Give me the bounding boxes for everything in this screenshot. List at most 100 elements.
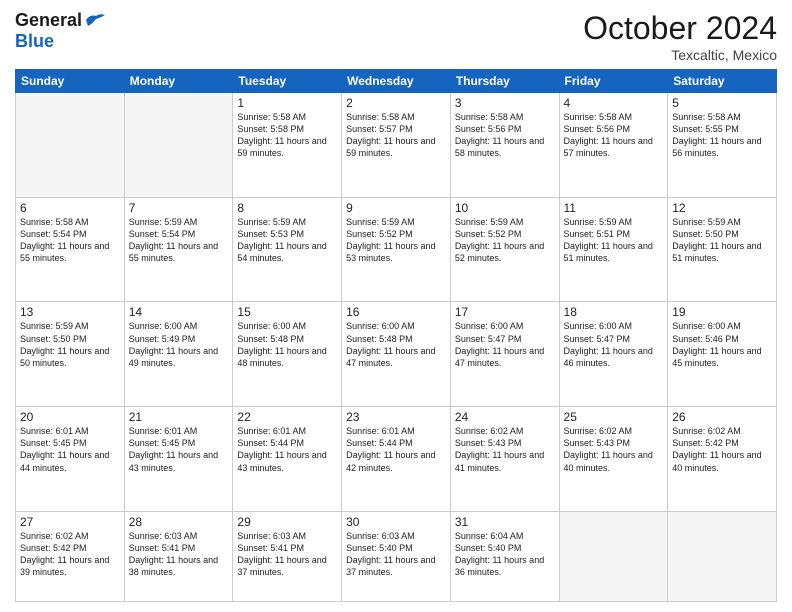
weekday-header-wednesday: Wednesday — [342, 70, 451, 93]
cell-info: Sunrise: 5:58 AM Sunset: 5:56 PM Dayligh… — [564, 111, 664, 160]
cell-info: Sunrise: 5:58 AM Sunset: 5:55 PM Dayligh… — [672, 111, 772, 160]
cell-info: Sunrise: 6:04 AM Sunset: 5:40 PM Dayligh… — [455, 530, 555, 579]
day-number: 7 — [129, 201, 229, 215]
calendar-cell: 3Sunrise: 5:58 AM Sunset: 5:56 PM Daylig… — [450, 93, 559, 198]
calendar-cell: 14Sunrise: 6:00 AM Sunset: 5:49 PM Dayli… — [124, 302, 233, 407]
calendar-cell: 10Sunrise: 5:59 AM Sunset: 5:52 PM Dayli… — [450, 197, 559, 302]
cell-info: Sunrise: 6:02 AM Sunset: 5:42 PM Dayligh… — [20, 530, 120, 579]
day-number: 18 — [564, 305, 664, 319]
cell-info: Sunrise: 6:00 AM Sunset: 5:48 PM Dayligh… — [237, 320, 337, 369]
day-number: 31 — [455, 515, 555, 529]
calendar-cell: 11Sunrise: 5:59 AM Sunset: 5:51 PM Dayli… — [559, 197, 668, 302]
calendar-cell: 15Sunrise: 6:00 AM Sunset: 5:48 PM Dayli… — [233, 302, 342, 407]
day-number: 13 — [20, 305, 120, 319]
weekday-header-tuesday: Tuesday — [233, 70, 342, 93]
calendar-cell — [124, 93, 233, 198]
cell-info: Sunrise: 6:02 AM Sunset: 5:42 PM Dayligh… — [672, 425, 772, 474]
week-row-3: 20 Sunrise: 6:01 AM Sunset: 5:45 PM Dayli… — [16, 407, 777, 512]
day-number: 2 — [346, 96, 446, 110]
logo-text-blue: Blue — [15, 31, 54, 52]
day-number: 14 — [129, 305, 229, 319]
calendar-cell: 20Sunrise: 6:01 AM Sunset: 5:45 PM Dayli… — [16, 407, 125, 512]
cell-info: Sunrise: 6:00 AM Sunset: 5:49 PM Dayligh… — [129, 320, 229, 369]
month-title: October 2024 — [583, 10, 777, 47]
calendar-cell: 19Sunrise: 6:00 AM Sunset: 5:46 PM Dayli… — [668, 302, 777, 407]
logo-text-general: General — [15, 10, 82, 31]
calendar-cell: 27Sunrise: 6:02 AM Sunset: 5:42 PM Dayli… — [16, 511, 125, 601]
cell-info: Sunrise: 6:00 AM Sunset: 5:47 PM Dayligh… — [564, 320, 664, 369]
calendar-cell: 12Sunrise: 5:59 AM Sunset: 5:50 PM Dayli… — [668, 197, 777, 302]
calendar-cell: 21Sunrise: 6:01 AM Sunset: 5:45 PM Dayli… — [124, 407, 233, 512]
day-number: 24 — [455, 410, 555, 424]
cell-info: Sunrise: 5:59 AM Sunset: 5:52 PM Dayligh… — [346, 216, 446, 265]
page: General Blue October 2024 Texcaltic, Mex… — [0, 0, 792, 612]
cell-info: Sunrise: 5:58 AM Sunset: 5:57 PM Dayligh… — [346, 111, 446, 160]
cell-info: Sunrise: 6:01 AM Sunset: 5:44 PM Dayligh… — [237, 425, 337, 474]
cell-info: Sunrise: 5:59 AM Sunset: 5:52 PM Dayligh… — [455, 216, 555, 265]
day-number: 29 — [237, 515, 337, 529]
cell-info: Sunrise: 5:59 AM Sunset: 5:54 PM Dayligh… — [129, 216, 229, 265]
cell-info: Sunrise: 5:59 AM Sunset: 5:53 PM Dayligh… — [237, 216, 337, 265]
cell-info: Sunrise: 6:03 AM Sunset: 5:40 PM Dayligh… — [346, 530, 446, 579]
calendar-cell: 23Sunrise: 6:01 AM Sunset: 5:44 PM Dayli… — [342, 407, 451, 512]
calendar-cell: 16Sunrise: 6:00 AM Sunset: 5:48 PM Dayli… — [342, 302, 451, 407]
cell-info: Sunrise: 5:59 AM Sunset: 5:51 PM Dayligh… — [564, 216, 664, 265]
weekday-header-saturday: Saturday — [668, 70, 777, 93]
calendar-cell: 29Sunrise: 6:03 AM Sunset: 5:41 PM Dayli… — [233, 511, 342, 601]
calendar-table: SundayMondayTuesdayWednesdayThursdayFrid… — [15, 69, 777, 602]
cell-info: Sunrise: 6:00 AM Sunset: 5:46 PM Dayligh… — [672, 320, 772, 369]
calendar-cell: 9Sunrise: 5:59 AM Sunset: 5:52 PM Daylig… — [342, 197, 451, 302]
cell-info: Sunrise: 6:02 AM Sunset: 5:43 PM Dayligh… — [455, 425, 555, 474]
cell-info: Sunrise: 6:01 AM Sunset: 5:45 PM Dayligh… — [129, 425, 229, 474]
day-number: 28 — [129, 515, 229, 529]
day-number: 26 — [672, 410, 772, 424]
weekday-header-thursday: Thursday — [450, 70, 559, 93]
cell-info: Sunrise: 6:03 AM Sunset: 5:41 PM Dayligh… — [237, 530, 337, 579]
cell-info: Sunrise: 6:03 AM Sunset: 5:41 PM Dayligh… — [129, 530, 229, 579]
day-number: 11 — [564, 201, 664, 215]
calendar-cell: 7Sunrise: 5:59 AM Sunset: 5:54 PM Daylig… — [124, 197, 233, 302]
calendar-cell — [16, 93, 125, 198]
location: Texcaltic, Mexico — [583, 47, 777, 63]
cell-info: Sunrise: 6:00 AM Sunset: 5:48 PM Dayligh… — [346, 320, 446, 369]
day-number: 19 — [672, 305, 772, 319]
day-number: 22 — [237, 410, 337, 424]
calendar-cell: 17Sunrise: 6:00 AM Sunset: 5:47 PM Dayli… — [450, 302, 559, 407]
weekday-header-sunday: Sunday — [16, 70, 125, 93]
calendar-cell: 30Sunrise: 6:03 AM Sunset: 5:40 PM Dayli… — [342, 511, 451, 601]
cell-info: Sunrise: 6:02 AM Sunset: 5:43 PM Dayligh… — [564, 425, 664, 474]
day-number: 10 — [455, 201, 555, 215]
cell-info: Sunrise: 5:58 AM Sunset: 5:56 PM Dayligh… — [455, 111, 555, 160]
day-number: 4 — [564, 96, 664, 110]
day-number: 12 — [672, 201, 772, 215]
day-number: 20 — [20, 410, 120, 424]
header: General Blue October 2024 Texcaltic, Mex… — [15, 10, 777, 63]
calendar-cell: 22Sunrise: 6:01 AM Sunset: 5:44 PM Dayli… — [233, 407, 342, 512]
day-number: 9 — [346, 201, 446, 215]
calendar-cell: 18Sunrise: 6:00 AM Sunset: 5:47 PM Dayli… — [559, 302, 668, 407]
cell-info: Sunrise: 5:58 AM Sunset: 5:54 PM Dayligh… — [20, 216, 120, 265]
calendar-cell: 8Sunrise: 5:59 AM Sunset: 5:53 PM Daylig… — [233, 197, 342, 302]
weekday-header-friday: Friday — [559, 70, 668, 93]
calendar-cell: 26Sunrise: 6:02 AM Sunset: 5:42 PM Dayli… — [668, 407, 777, 512]
week-row-2: 13Sunrise: 5:59 AM Sunset: 5:50 PM Dayli… — [16, 302, 777, 407]
calendar-cell — [668, 511, 777, 601]
calendar-cell — [559, 511, 668, 601]
calendar-cell: 5Sunrise: 5:58 AM Sunset: 5:55 PM Daylig… — [668, 93, 777, 198]
title-area: October 2024 Texcaltic, Mexico — [583, 10, 777, 63]
week-row-1: 6Sunrise: 5:58 AM Sunset: 5:54 PM Daylig… — [16, 197, 777, 302]
logo: General Blue — [15, 10, 106, 52]
calendar-cell: 6Sunrise: 5:58 AM Sunset: 5:54 PM Daylig… — [16, 197, 125, 302]
day-number: 27 — [20, 515, 120, 529]
cell-info: Sunrise: 6:01 AM Sunset: 5:44 PM Dayligh… — [346, 425, 446, 474]
calendar-cell: 2Sunrise: 5:58 AM Sunset: 5:57 PM Daylig… — [342, 93, 451, 198]
day-number: 6 — [20, 201, 120, 215]
day-number: 15 — [237, 305, 337, 319]
calendar-cell: 4Sunrise: 5:58 AM Sunset: 5:56 PM Daylig… — [559, 93, 668, 198]
day-number: 17 — [455, 305, 555, 319]
calendar-cell: 1Sunrise: 5:58 AM Sunset: 5:58 PM Daylig… — [233, 93, 342, 198]
cell-info: Sunrise: 6:00 AM Sunset: 5:47 PM Dayligh… — [455, 320, 555, 369]
weekday-header-monday: Monday — [124, 70, 233, 93]
day-number: 3 — [455, 96, 555, 110]
logo-bird-icon — [84, 12, 106, 28]
